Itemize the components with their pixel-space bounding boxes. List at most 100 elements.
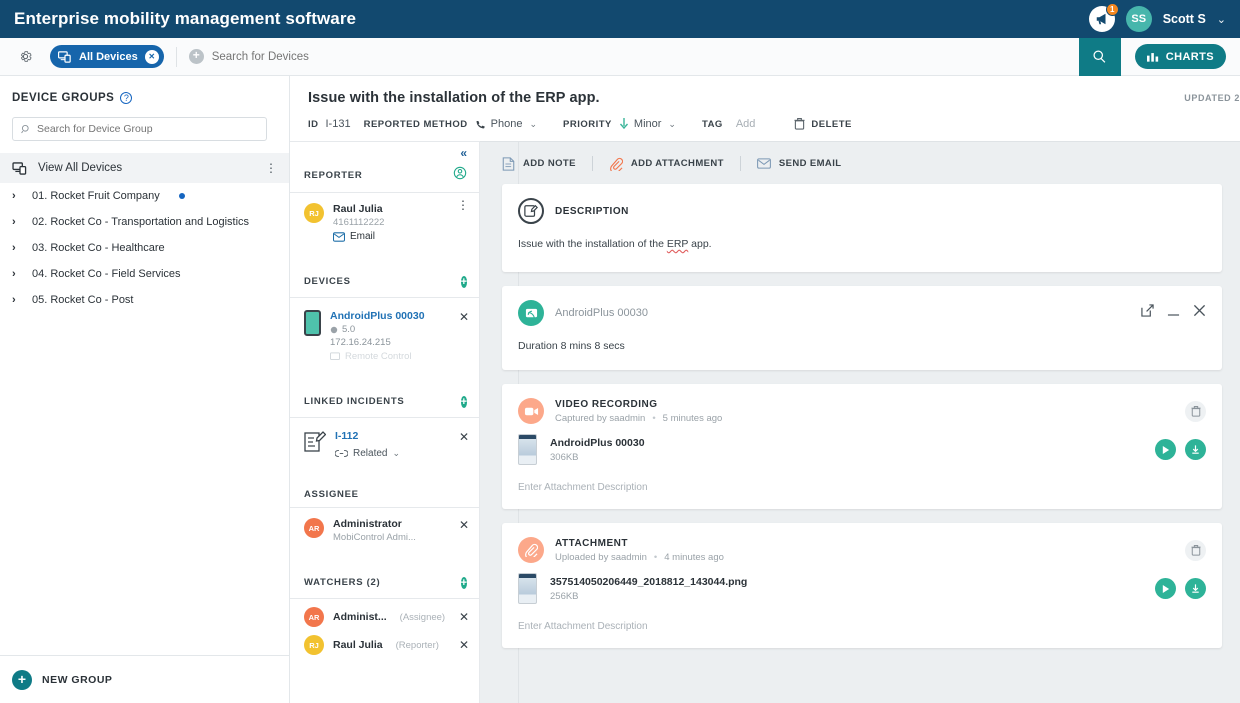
- remove-watcher-button[interactable]: ✕: [459, 610, 469, 624]
- remote-control-icon: [330, 352, 340, 361]
- chevron-down-icon[interactable]: ⌄: [529, 119, 537, 130]
- device-group-search[interactable]: [12, 117, 267, 141]
- phone-device-icon: [304, 310, 321, 336]
- change-reporter-icon[interactable]: [453, 166, 467, 185]
- linked-incident-id[interactable]: I-112: [335, 430, 450, 442]
- help-icon[interactable]: ?: [120, 92, 132, 104]
- description-card-header: DESCRIPTION: [502, 184, 1222, 224]
- sidebar-title: DEVICE GROUPS: [12, 92, 114, 104]
- list-item[interactable]: › 02. Rocket Co - Transportation and Log…: [0, 209, 289, 235]
- list-item[interactable]: › 05. Rocket Co - Post: [0, 287, 289, 313]
- device-groups-header: DEVICE GROUPS ?: [0, 76, 289, 104]
- incident-panes: « REPORTER RJ Raul Julia 4161112222: [290, 141, 1240, 703]
- notification-badge: 1: [1106, 3, 1119, 16]
- chevron-right-icon[interactable]: ›: [12, 242, 19, 254]
- send-email-button[interactable]: SEND EMAIL: [757, 158, 842, 169]
- attachment-card-time: 4 minutes ago: [664, 552, 724, 563]
- description-icon: [518, 198, 544, 224]
- popout-icon[interactable]: [1141, 304, 1154, 322]
- collapse-pane-button[interactable]: «: [290, 142, 479, 164]
- linked-incidents-section-title: LINKED INCIDENTS: [304, 396, 404, 407]
- updated-label: UPDATED 2: [1184, 93, 1240, 103]
- play-button[interactable]: [1155, 439, 1176, 460]
- group-label: 03. Rocket Co - Healthcare: [32, 242, 165, 254]
- chevron-down-icon[interactable]: ⌄: [1217, 13, 1226, 26]
- linked-incident-relation[interactable]: Related ⌄: [335, 448, 450, 459]
- new-group-button[interactable]: + NEW GROUP: [0, 655, 289, 703]
- paperclip-icon: [518, 537, 544, 563]
- delete-button[interactable]: DELETE: [811, 119, 851, 130]
- attachment-file-name: 357514050206449_2018812_143044.png: [550, 576, 1142, 588]
- remove-watcher-button[interactable]: ✕: [459, 638, 469, 652]
- chevron-down-icon[interactable]: ⌄: [392, 448, 400, 459]
- device-group-search-input[interactable]: [37, 123, 258, 135]
- plus-icon: +: [12, 670, 32, 690]
- charts-button[interactable]: CHARTS: [1135, 44, 1226, 69]
- chevron-right-icon[interactable]: ›: [12, 190, 19, 202]
- reporter-name: Raul Julia: [333, 203, 448, 215]
- close-icon[interactable]: ✕: [145, 50, 159, 64]
- session-card-header: AndroidPlus 00030: [502, 286, 1222, 326]
- search-button[interactable]: [1079, 38, 1121, 76]
- incident-activity-pane: ADD NOTE ADD ATTACHMENT SEND EMAIL: [480, 141, 1240, 703]
- delete-video-button[interactable]: [1185, 401, 1206, 422]
- app-root: Enterprise mobility management software …: [0, 0, 1240, 703]
- id-label: ID: [308, 119, 319, 130]
- description-misspelled-word: ERP: [667, 238, 688, 250]
- kebab-menu-icon[interactable]: ⋮: [265, 166, 277, 171]
- reported-method-value[interactable]: Phone: [491, 118, 523, 130]
- description-card-body[interactable]: Issue with the installation of the ERP a…: [502, 224, 1222, 272]
- kebab-menu-icon[interactable]: ⋮: [457, 203, 469, 242]
- search-input[interactable]: [212, 51, 1079, 63]
- group-label: 04. Rocket Co - Field Services: [32, 268, 181, 280]
- close-icon[interactable]: [1193, 304, 1206, 322]
- priority-value[interactable]: Minor: [634, 118, 662, 130]
- watchers-section-header: WATCHERS (2) +: [290, 571, 479, 599]
- chevron-down-icon[interactable]: ⌄: [668, 119, 676, 130]
- sidebar-item-view-all-devices[interactable]: View All Devices ⋮: [0, 153, 289, 183]
- delete-attachment-button[interactable]: [1185, 540, 1206, 561]
- chevron-right-icon[interactable]: ›: [12, 216, 19, 228]
- avatar: AR: [304, 518, 324, 538]
- add-device-button[interactable]: +: [461, 272, 467, 290]
- add-attachment-button[interactable]: ADD ATTACHMENT: [609, 157, 724, 171]
- add-watcher-button[interactable]: +: [461, 573, 467, 591]
- remove-device-button[interactable]: ✕: [459, 310, 469, 362]
- attachment-description-input[interactable]: Enter Attachment Description: [502, 604, 1222, 648]
- add-linked-incident-button[interactable]: +: [461, 392, 467, 410]
- list-item[interactable]: › 03. Rocket Co - Healthcare: [0, 235, 289, 261]
- assignee-body: Administrator MobiControl Admi...: [333, 518, 450, 543]
- filter-chip-all-devices[interactable]: All Devices ✕: [50, 45, 164, 68]
- video-card-meta: Captured by saadmin•5 minutes ago: [555, 413, 722, 424]
- download-button[interactable]: [1185, 578, 1206, 599]
- incident-header: Issue with the installation of the ERP a…: [290, 76, 1240, 141]
- device-name-link[interactable]: AndroidPlus 00030: [330, 310, 450, 322]
- video-recording-card: VIDEO RECORDING Captured by saadmin•5 mi…: [502, 384, 1222, 509]
- remove-linked-incident-button[interactable]: ✕: [459, 430, 469, 459]
- download-button[interactable]: [1185, 439, 1206, 460]
- user-name-label[interactable]: Scott S: [1163, 12, 1206, 26]
- page-title: Issue with the installation of the ERP a…: [290, 90, 1240, 106]
- announcement-button[interactable]: 1: [1089, 6, 1115, 32]
- gear-icon[interactable]: [14, 46, 36, 68]
- view-all-devices-label: View All Devices: [38, 162, 122, 174]
- header-right-group: 1 SS Scott S ⌄: [1089, 6, 1226, 32]
- video-card-time: 5 minutes ago: [663, 413, 723, 424]
- play-button[interactable]: [1155, 578, 1176, 599]
- chevron-double-left-icon[interactable]: «: [460, 146, 467, 160]
- remove-assignee-button[interactable]: ✕: [459, 518, 469, 543]
- send-email-label: SEND EMAIL: [779, 158, 842, 169]
- reporter-email-link[interactable]: Email: [333, 231, 448, 242]
- chevron-right-icon[interactable]: ›: [12, 294, 19, 306]
- avatar[interactable]: SS: [1126, 6, 1152, 32]
- minimize-icon[interactable]: [1167, 304, 1180, 322]
- device-ip: 172.16.24.215: [330, 337, 450, 348]
- list-item[interactable]: › 04. Rocket Co - Field Services: [0, 261, 289, 287]
- tag-add-button[interactable]: Add: [736, 118, 756, 130]
- list-item[interactable]: › 01. Rocket Fruit Company: [0, 183, 289, 209]
- plus-icon: +: [461, 577, 467, 589]
- add-note-button[interactable]: ADD NOTE: [502, 157, 576, 171]
- add-filter-icon[interactable]: +: [189, 49, 204, 64]
- video-description-input[interactable]: Enter Attachment Description: [502, 465, 1222, 509]
- chevron-right-icon[interactable]: ›: [12, 268, 19, 280]
